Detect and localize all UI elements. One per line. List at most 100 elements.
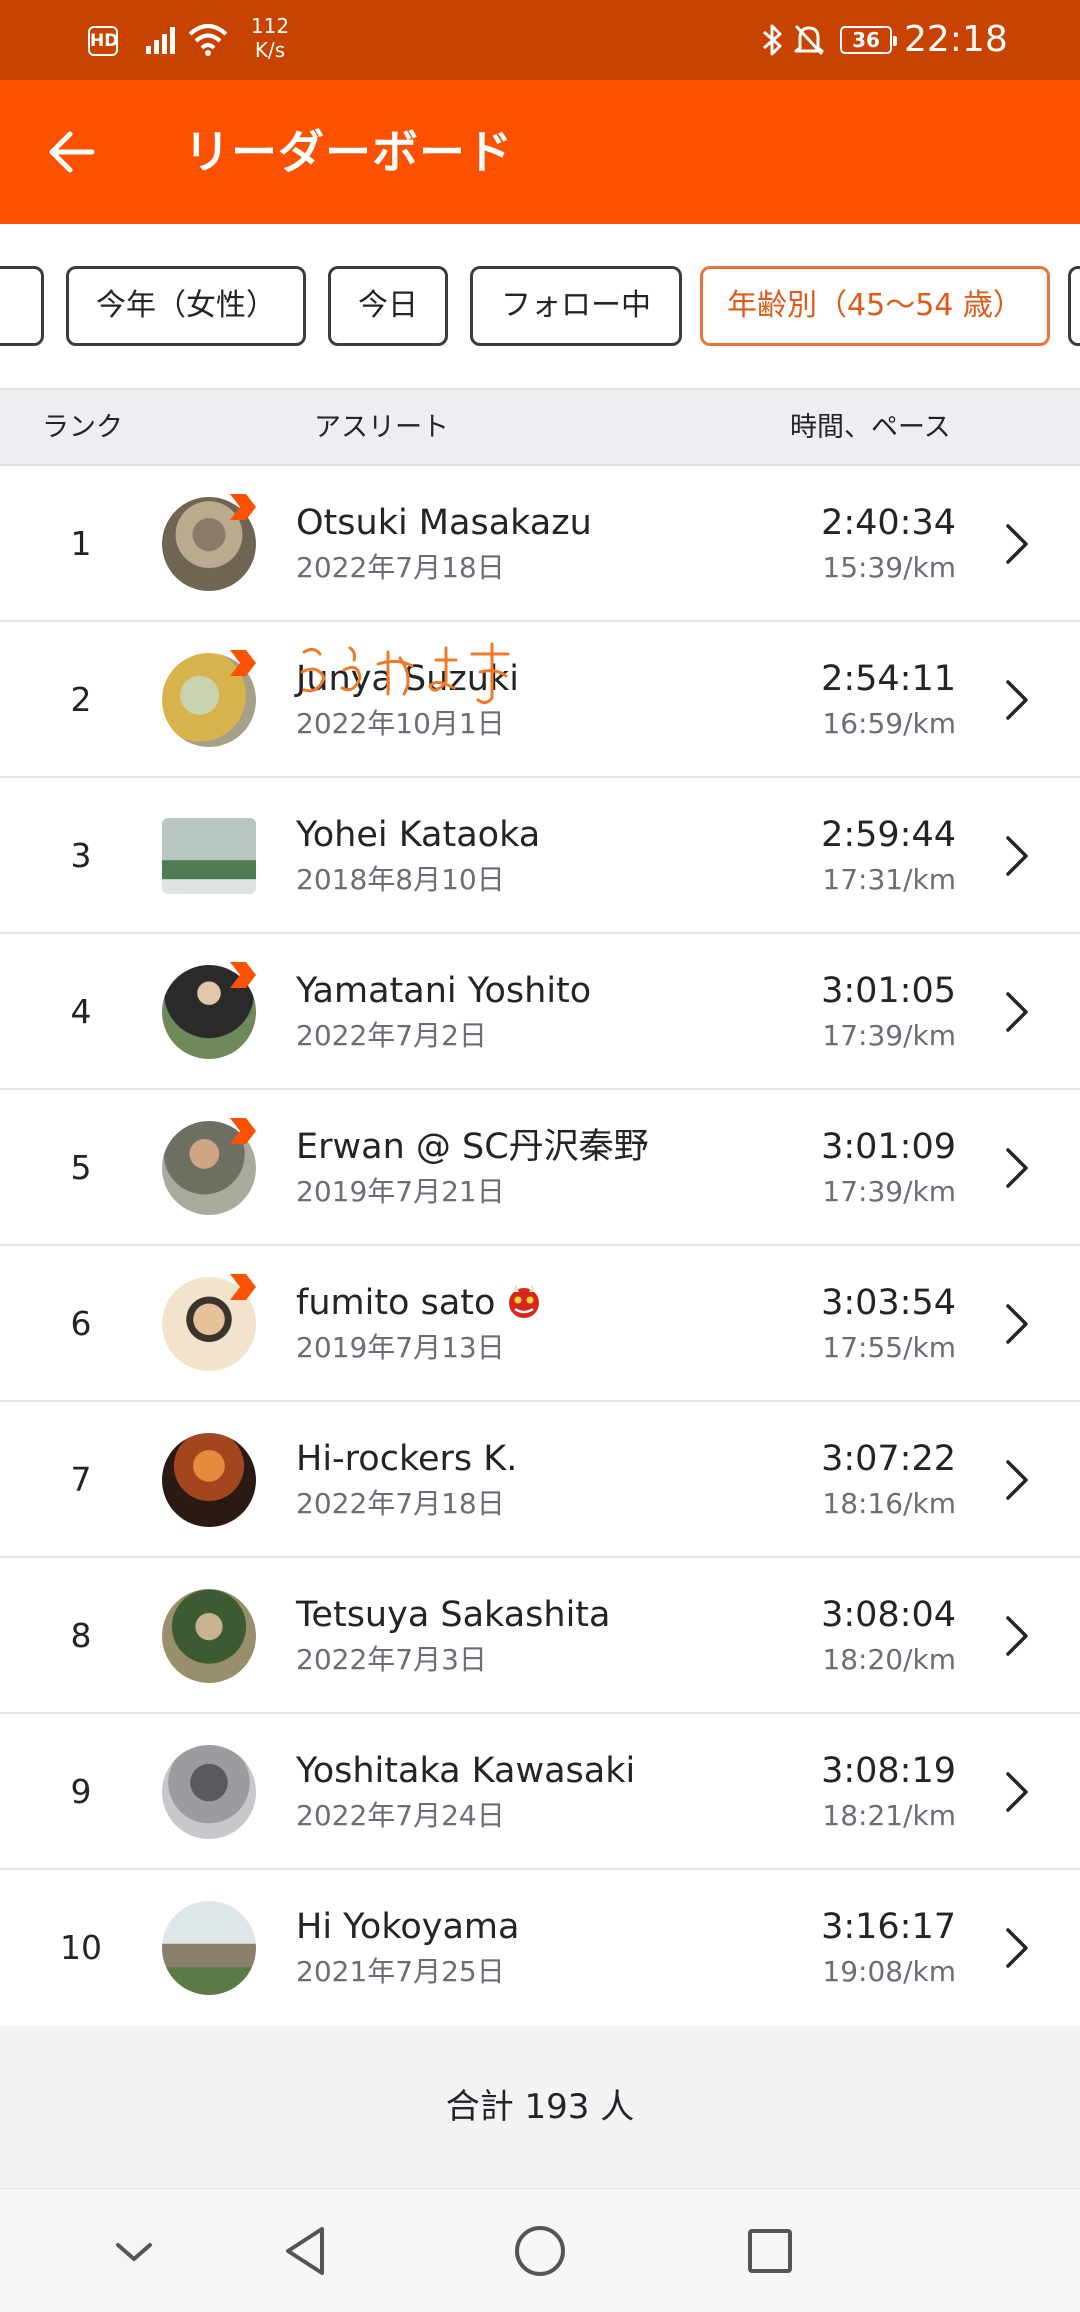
activity-date: 2019年7月21日	[296, 1175, 505, 1208]
chevron-right-icon[interactable]	[1000, 1456, 1032, 1504]
leaderboard-row[interactable]: 7 Hi-rockers K. 2022年7月18日 3:07:22 18:16…	[0, 1402, 1080, 1558]
home-circle-icon[interactable]	[508, 2219, 572, 2283]
chevron-right-icon[interactable]	[1000, 1612, 1032, 1660]
status-clock: 22:18	[904, 19, 1008, 60]
subscriber-badge-icon	[230, 962, 256, 988]
leaderboard-row[interactable]: 5 Erwan @ SC丹沢秦野 2019年7月21日 3:01:09 17:3…	[0, 1090, 1080, 1246]
chevron-right-icon[interactable]	[1000, 676, 1032, 724]
filter-chip-today[interactable]: 今日	[328, 266, 448, 346]
speed-value: 112	[250, 14, 290, 38]
athlete-name[interactable]: fumito sato	[296, 1280, 816, 1326]
leaderboard-row[interactable]: 4 Yamatani Yoshito 2022年7月2日 3:01:05 17:…	[0, 934, 1080, 1090]
subscriber-badge-icon	[230, 1118, 256, 1144]
system-nav-bar	[0, 2188, 1080, 2312]
page-title: リーダーボード	[184, 125, 513, 179]
avatar[interactable]	[162, 1745, 256, 1839]
athlete-name[interactable]: Yohei Kataoka	[296, 812, 816, 858]
leaderboard-row[interactable]: 1 Otsuki Masakazu 2022年7月18日 2:40:34 15:…	[0, 466, 1080, 622]
athlete-name[interactable]: Junya Suzuki	[296, 656, 816, 702]
chevron-right-icon[interactable]	[1000, 1144, 1032, 1192]
row-rank: 8	[70, 1616, 92, 1655]
athlete-name[interactable]: Hi-rockers K.	[296, 1436, 816, 1482]
finish-time: 2:59:44	[821, 815, 956, 855]
ogre-emoji-icon	[509, 1284, 540, 1318]
recents-square-icon[interactable]	[738, 2219, 802, 2283]
leaderboard-row[interactable]: 9 Yoshitaka Kawasaki 2022年7月24日 3:08:19 …	[0, 1714, 1080, 1870]
pace: 17:39/km	[822, 1019, 956, 1052]
row-rank: 1	[70, 524, 92, 563]
header-athlete: アスリート	[314, 412, 449, 443]
finish-time: 3:01:05	[821, 971, 956, 1011]
row-rank: 10	[60, 1928, 102, 1967]
filter-chip-age-group[interactable]: 年齢別（45〜54 歳）	[700, 266, 1050, 346]
athlete-name-text: fumito sato	[296, 1283, 496, 1323]
activity-date: 2022年7月24日	[296, 1799, 505, 1832]
athlete-name[interactable]: Tetsuya Sakashita	[296, 1592, 816, 1638]
finish-time: 3:08:04	[821, 1595, 956, 1635]
chevron-right-icon[interactable]	[1000, 1924, 1032, 1972]
athlete-name[interactable]: Yoshitaka Kawasaki	[296, 1748, 816, 1794]
arrow-left-icon[interactable]	[44, 124, 100, 180]
avatar[interactable]	[162, 1433, 256, 1527]
leaderboard-row[interactable]: 3 Yohei Kataoka 2018年8月10日 2:59:44 17:31…	[0, 778, 1080, 934]
hd-indicator: HD	[88, 26, 118, 56]
network-speed: 112 K/s	[240, 14, 300, 62]
wifi-icon	[188, 24, 228, 56]
header-time-pace: 時間、ペース	[790, 412, 951, 443]
leaderboard-list: 1 Otsuki Masakazu 2022年7月18日 2:40:34 15:…	[0, 466, 1080, 2026]
activity-date: 2019年7月13日	[296, 1331, 505, 1364]
subscriber-badge-icon	[230, 1274, 256, 1300]
pace: 15:39/km	[822, 551, 956, 584]
chevron-right-icon[interactable]	[1000, 520, 1032, 568]
filter-chip-following[interactable]: フォロー中	[470, 266, 682, 346]
athlete-name[interactable]: Yamatani Yoshito	[296, 968, 816, 1014]
finish-time: 3:16:17	[821, 1907, 956, 1947]
leaderboard-row[interactable]: 6 fumito sato 2019年7月13日 3:03:54 17:55/k…	[0, 1246, 1080, 1402]
avatar[interactable]	[162, 1589, 256, 1683]
finish-time: 3:07:22	[821, 1439, 956, 1479]
leaderboard-row[interactable]: 10 Hi Yokoyama 2021年7月25日 3:16:17 19:08/…	[0, 1870, 1080, 2026]
status-bar: HD 112 K/s 36 22:18	[0, 0, 1080, 80]
chevron-right-icon[interactable]	[1000, 1768, 1032, 1816]
pace: 17:55/km	[822, 1331, 956, 1364]
battery-indicator: 36	[840, 26, 897, 54]
filter-chip-partial-right[interactable]	[1068, 266, 1080, 346]
pace: 17:31/km	[822, 863, 956, 896]
activity-date: 2022年10月1日	[296, 707, 505, 740]
pace: 18:21/km	[822, 1799, 956, 1832]
filter-chip-partial[interactable]	[0, 266, 44, 346]
signal-icon	[146, 27, 175, 54]
bluetooth-icon	[763, 24, 782, 56]
chevron-right-icon[interactable]	[1000, 988, 1032, 1036]
finish-time: 2:40:34	[821, 503, 956, 543]
subscriber-badge-icon	[230, 650, 256, 676]
chevron-down-icon[interactable]	[102, 2219, 166, 2283]
chevron-right-icon[interactable]	[1000, 832, 1032, 880]
athlete-name[interactable]: Erwan @ SC丹沢秦野	[296, 1124, 816, 1170]
leaderboard-table-header: ランク アスリート 時間、ペース	[0, 388, 1080, 466]
chevron-right-icon[interactable]	[1000, 1300, 1032, 1348]
bell-off-icon	[794, 24, 824, 56]
leaderboard-row[interactable]: 8 Tetsuya Sakashita 2022年7月3日 3:08:04 18…	[0, 1558, 1080, 1714]
leaderboard-row[interactable]: 2 Junya Suzuki 2022年10月1日 2:54:11 16:59/…	[0, 622, 1080, 778]
row-rank: 7	[70, 1460, 92, 1499]
athlete-name[interactable]: Otsuki Masakazu	[296, 500, 816, 546]
row-rank: 5	[70, 1148, 92, 1187]
row-rank: 2	[70, 680, 92, 719]
pace: 16:59/km	[822, 707, 956, 740]
avatar[interactable]	[162, 818, 256, 894]
pace: 18:20/km	[822, 1643, 956, 1676]
activity-date: 2022年7月3日	[296, 1643, 487, 1676]
finish-time: 3:03:54	[821, 1283, 956, 1323]
filter-chips: 今年（女性） 今日 フォロー中 年齢別（45〜54 歳）	[0, 224, 1080, 388]
pace: 18:16/km	[822, 1487, 956, 1520]
pace: 17:39/km	[822, 1175, 956, 1208]
filter-chip-this-year-women[interactable]: 今年（女性）	[66, 266, 306, 346]
speed-unit: K/s	[254, 38, 286, 62]
athlete-name[interactable]: Hi Yokoyama	[296, 1904, 816, 1950]
back-triangle-icon[interactable]	[276, 2219, 340, 2283]
finish-time: 2:54:11	[821, 659, 956, 699]
pace: 19:08/km	[822, 1955, 956, 1988]
row-rank: 9	[70, 1772, 92, 1811]
avatar[interactable]	[162, 1901, 256, 1995]
